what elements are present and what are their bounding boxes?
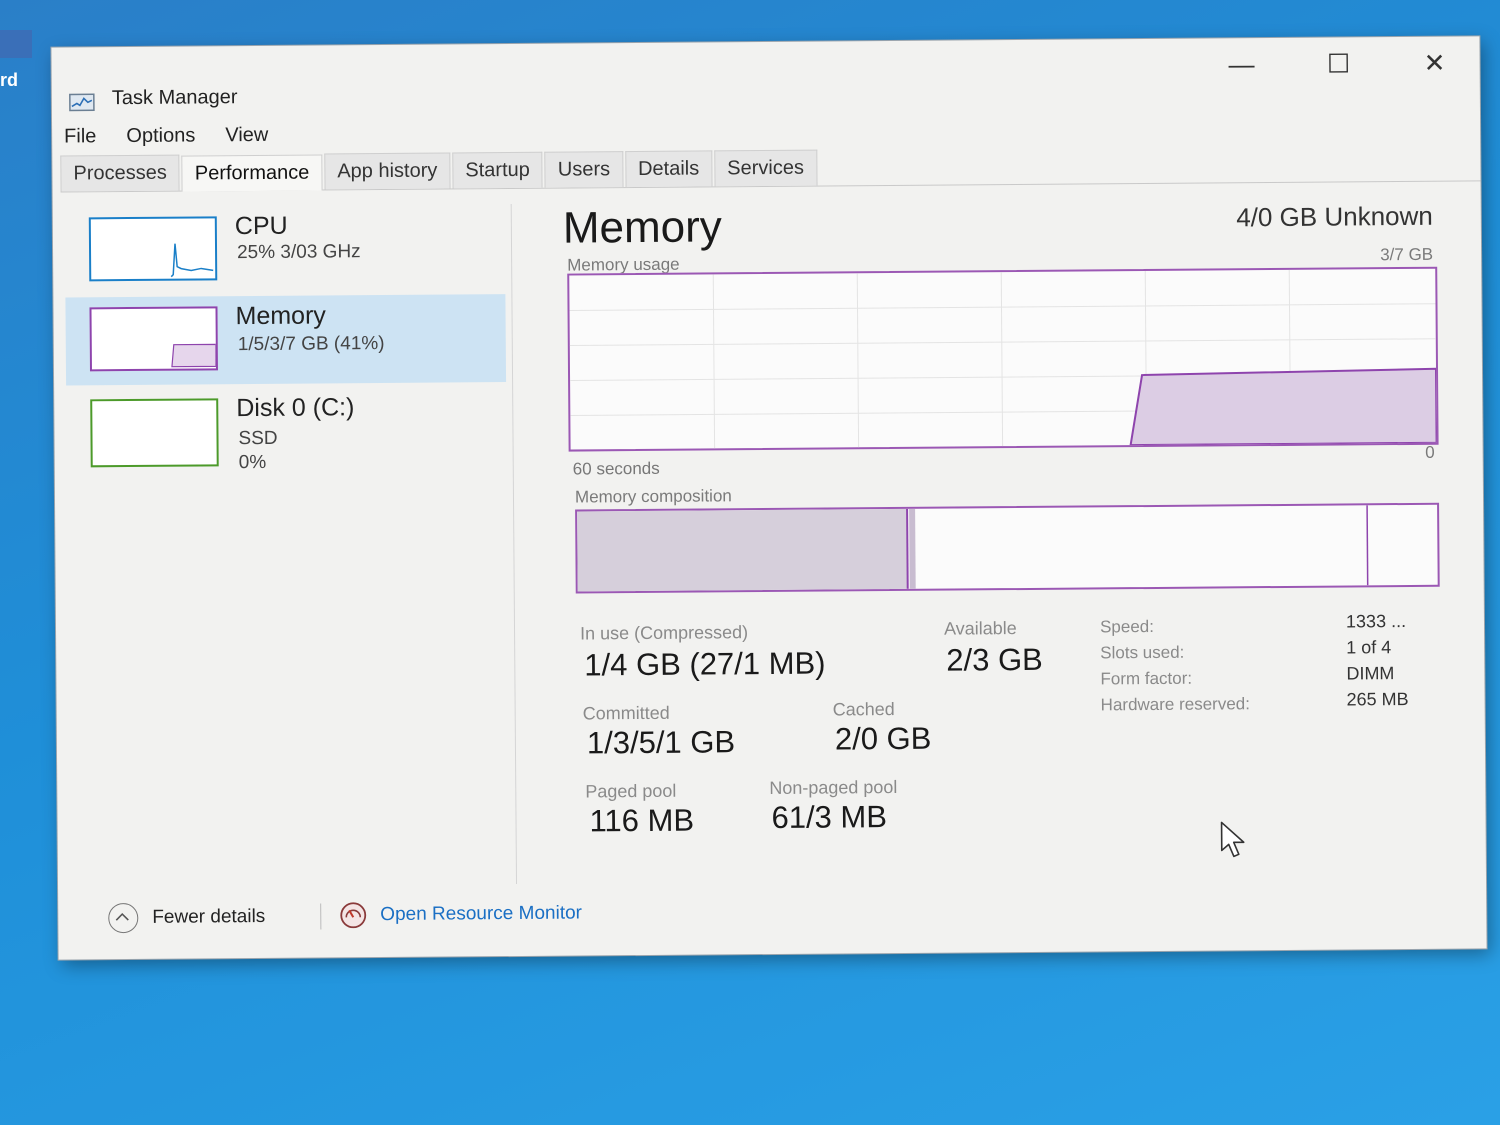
disk-thumbnail-graph	[90, 398, 219, 468]
page-title: Memory	[562, 202, 722, 253]
window-title: Task Manager	[111, 86, 238, 110]
fewer-details-label: Fewer details	[152, 905, 266, 928]
hardware-reserved-label: Hardware reserved:	[1100, 694, 1250, 715]
sidebar-cpu-name: CPU	[234, 211, 288, 241]
available-value: 2/3 GB	[946, 641, 1043, 678]
open-resource-monitor-link[interactable]: Open Resource Monitor	[338, 899, 582, 929]
sidebar-disk-name: Disk 0 (C:)	[236, 393, 355, 423]
cached-label: Cached	[832, 699, 895, 720]
task-manager-window: Task Manager — ☐ ✕ File Options View Pro…	[51, 36, 1487, 960]
tab-strip: Processes Performance App history Startu…	[60, 142, 1481, 193]
in-use-value: 1/4 GB (27/1 MB)	[584, 645, 826, 683]
maximize-button[interactable]: ☐	[1313, 47, 1363, 79]
sidebar-item-memory[interactable]: Memory 1/5/3/7 GB (41%)	[65, 294, 507, 386]
desktop-edge	[0, 30, 32, 58]
graph-time-span: 60 seconds	[572, 458, 660, 479]
footer-bar: Fewer details Open Resource Monitor	[58, 882, 1486, 943]
mouse-pointer-icon	[1220, 821, 1245, 858]
title-bar[interactable]: Task Manager — ☐ ✕	[51, 36, 1479, 112]
memory-total: 4/0 GB Unknown	[1236, 200, 1433, 233]
memory-thumbnail-graph	[89, 306, 218, 372]
tab-users[interactable]: Users	[544, 151, 624, 188]
in-use-label: In use (Compressed)	[579, 622, 749, 644]
sidebar-item-disk0[interactable]: Disk 0 (C:) SSD 0%	[66, 386, 507, 477]
committed-label: Committed	[582, 702, 670, 724]
task-manager-icon	[69, 93, 95, 112]
paged-pool-value: 116 MB	[589, 802, 695, 839]
cpu-thumbnail-graph	[88, 216, 218, 282]
chevron-up-icon	[108, 902, 139, 934]
menu-options[interactable]: Options	[126, 124, 195, 153]
form-factor-value: DIMM	[1346, 663, 1395, 684]
slots-used-label: Slots used:	[1100, 642, 1185, 663]
menu-file[interactable]: File	[64, 125, 96, 153]
form-factor-label: Form factor:	[1100, 668, 1193, 689]
available-label: Available	[943, 618, 1017, 639]
speed-value: 1333 ...	[1345, 611, 1407, 632]
desktop-edge-text: rd	[0, 70, 18, 90]
speed-label: Speed:	[1099, 616, 1154, 637]
sidebar-disk-usage: 0%	[238, 451, 267, 474]
tab-processes[interactable]: Processes	[60, 154, 180, 192]
paged-pool-label: Paged pool	[585, 780, 677, 802]
footer-divider	[320, 903, 322, 930]
hardware-reserved-value: 265 MB	[1346, 688, 1409, 710]
sidebar-cpu-usage: 25% 3/03 GHz	[236, 241, 361, 264]
fewer-details-button[interactable]: Fewer details	[108, 902, 266, 934]
tab-services[interactable]: Services	[714, 149, 818, 187]
tab-details[interactable]: Details	[624, 150, 713, 188]
slots-used-value: 1 of 4	[1346, 637, 1392, 658]
sidebar-memory-usage: 1/5/3/7 GB (41%)	[237, 333, 385, 356]
memory-usage-max: 3/7 GB	[1380, 244, 1434, 265]
menu-view[interactable]: View	[225, 124, 268, 152]
open-resource-monitor-label: Open Resource Monitor	[380, 902, 583, 926]
memory-composition-bar	[575, 502, 1440, 594]
tab-app-history[interactable]: App history	[324, 152, 451, 190]
resource-monitor-icon	[340, 902, 367, 929]
graph-zero-label: 0	[1425, 442, 1435, 462]
menu-bar: File Options View	[64, 124, 268, 154]
sidebar-memory-name: Memory	[235, 301, 326, 331]
memory-composition-label: Memory composition	[574, 486, 732, 507]
cached-value: 2/0 GB	[834, 720, 932, 757]
memory-usage-graph	[567, 266, 1439, 452]
committed-value: 1/3/5/1 GB	[586, 724, 736, 761]
performance-sidebar: CPU 25% 3/03 GHz Memory 1/5/3/7 GB (41%)…	[64, 204, 518, 888]
nonpaged-pool-label: Non-paged pool	[769, 777, 898, 799]
sidebar-item-cpu[interactable]: CPU 25% 3/03 GHz	[65, 204, 506, 295]
close-button[interactable]: ✕	[1409, 47, 1459, 79]
nonpaged-pool-value: 61/3 MB	[771, 799, 888, 835]
tab-startup[interactable]: Startup	[452, 151, 543, 189]
tab-performance[interactable]: Performance	[181, 154, 323, 192]
memory-detail-panel: Memory 4/0 GB Unknown Memory usage 3/7 G…	[553, 197, 1458, 894]
minimize-button[interactable]: —	[1216, 48, 1266, 80]
sidebar-disk-type: SSD	[238, 427, 278, 450]
